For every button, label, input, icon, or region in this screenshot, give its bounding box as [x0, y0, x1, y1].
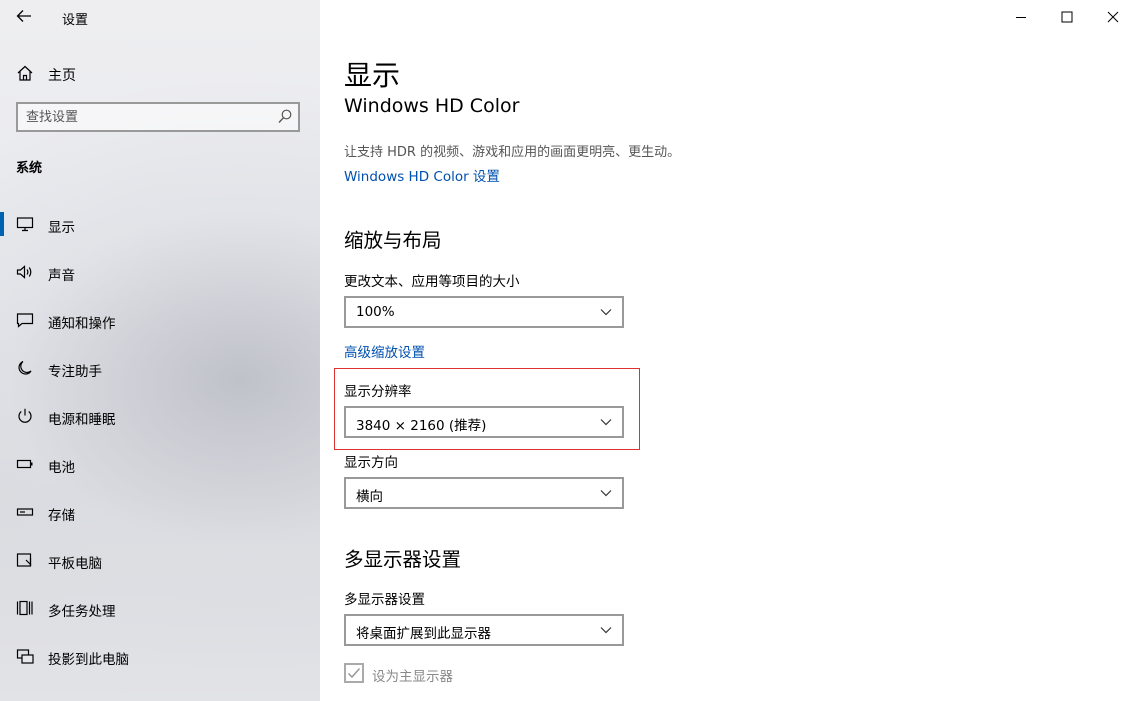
sidebar-item-battery[interactable]: 电池	[0, 444, 320, 484]
multi-display-label: 多显示器设置	[344, 592, 425, 608]
sidebar-item-notifications[interactable]: 通知和操作	[0, 300, 320, 340]
multi-display-dropdown[interactable]: 将桌面扩展到此显示器	[344, 614, 624, 646]
close-icon	[1107, 11, 1119, 23]
sidebar-item-display[interactable]: 显示	[0, 204, 320, 244]
sidebar-item-tablet[interactable]: 平板电脑	[0, 540, 320, 580]
page-title: 显示	[344, 59, 401, 92]
minimize-button[interactable]	[1010, 6, 1032, 28]
search-input[interactable]	[26, 108, 266, 126]
sidebar-item-label: 多任务处理	[48, 604, 116, 620]
chevron-down-icon	[600, 490, 612, 497]
close-button[interactable]	[1102, 6, 1124, 28]
multi-display-heading: 多显示器设置	[344, 548, 462, 571]
orientation-label: 显示方向	[344, 455, 398, 471]
storage-icon	[16, 508, 34, 516]
monitor-icon	[16, 217, 34, 232]
checkmark-icon	[347, 668, 361, 679]
text-size-label: 更改文本、应用等项目的大小	[344, 274, 520, 290]
power-icon	[18, 408, 32, 423]
primary-display-label: 设为主显示器	[372, 669, 453, 685]
tablet-icon	[16, 553, 32, 567]
battery-icon	[16, 459, 33, 469]
sidebar-item-multitasking[interactable]: 多任务处理	[0, 588, 320, 628]
chevron-down-icon	[600, 309, 612, 316]
multitask-icon	[16, 600, 33, 616]
moon-icon	[18, 360, 32, 375]
sidebar-item-label: 电源和睡眠	[48, 412, 116, 428]
orientation-dropdown[interactable]: 横向	[344, 477, 624, 509]
sidebar-item-label: 专注助手	[48, 364, 102, 380]
home-icon	[17, 65, 33, 81]
text-size-dropdown[interactable]: 100%	[344, 296, 624, 328]
back-arrow-icon	[16, 10, 31, 22]
resolution-highlight-box	[334, 368, 640, 450]
hd-color-description: 让支持 HDR 的视频、游戏和应用的画面更明亮、更生动。	[344, 145, 681, 160]
advanced-scaling-link[interactable]: 高级缩放设置	[344, 341, 425, 361]
dropdown-value: 100%	[356, 304, 395, 320]
back-button[interactable]	[14, 6, 34, 26]
sidebar: 设置 主页 系统 显示 声音 通知和操作	[0, 0, 320, 701]
window-title: 设置	[62, 13, 89, 28]
sidebar-item-label: 存储	[48, 508, 75, 524]
section-title: 系统	[16, 161, 43, 176]
sidebar-item-home[interactable]: 主页	[0, 60, 320, 86]
sidebar-item-label: 声音	[48, 268, 75, 284]
dropdown-value: 横向	[356, 489, 383, 505]
sidebar-item-label: 显示	[48, 220, 75, 236]
sidebar-item-label: 通知和操作	[48, 316, 116, 332]
hd-color-heading: Windows HD Color	[344, 95, 520, 117]
sidebar-item-label: 电池	[48, 460, 75, 476]
sidebar-item-sound[interactable]: 声音	[0, 252, 320, 292]
sidebar-item-power-sleep[interactable]: 电源和睡眠	[0, 396, 320, 436]
active-indicator	[0, 212, 4, 236]
sidebar-item-label: 主页	[48, 68, 76, 84]
sidebar-item-label: 投影到此电脑	[48, 652, 129, 668]
notification-icon	[16, 313, 34, 328]
speaker-icon	[16, 265, 32, 279]
sidebar-item-storage[interactable]: 存储	[0, 492, 320, 532]
sidebar-item-focus-assist[interactable]: 专注助手	[0, 348, 320, 388]
search-box[interactable]	[16, 102, 300, 132]
primary-display-checkbox[interactable]	[344, 663, 364, 683]
sidebar-item-label: 平板电脑	[48, 556, 102, 572]
dropdown-value: 将桌面扩展到此显示器	[356, 626, 491, 642]
hd-color-settings-link[interactable]: Windows HD Color 设置	[344, 165, 500, 185]
chevron-down-icon	[600, 627, 612, 634]
minimize-icon	[1016, 17, 1026, 18]
scale-layout-heading: 缩放与布局	[344, 229, 442, 252]
search-icon[interactable]	[278, 109, 292, 125]
sidebar-item-project[interactable]: 投影到此电脑	[0, 636, 320, 676]
maximize-button[interactable]	[1056, 6, 1078, 28]
project-icon	[16, 649, 34, 664]
maximize-icon	[1061, 11, 1073, 23]
